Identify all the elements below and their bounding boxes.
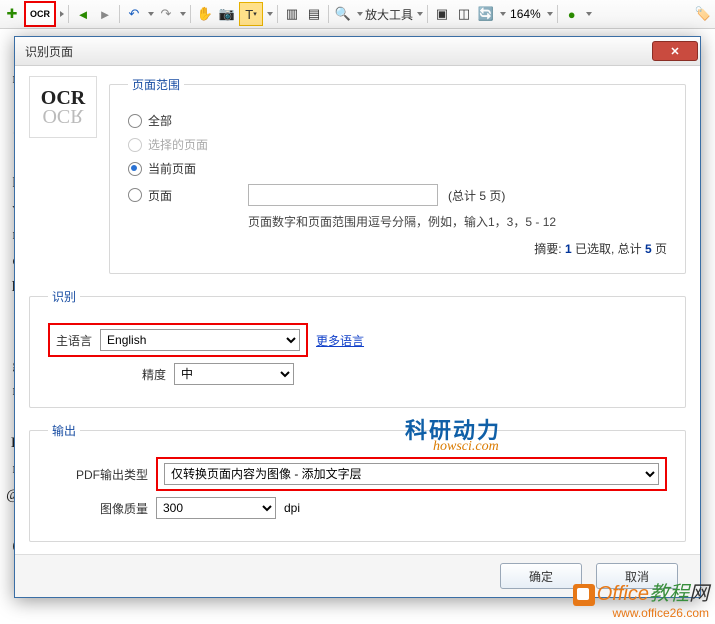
hand-icon[interactable]: ✋ bbox=[195, 4, 215, 24]
magnify-icon[interactable]: 🔍 bbox=[333, 4, 353, 24]
opt-all[interactable]: 全部 bbox=[128, 112, 667, 129]
fit-width-icon[interactable]: ◫ bbox=[454, 4, 474, 24]
undo-icon[interactable]: ↶ bbox=[124, 4, 144, 24]
radio-icon[interactable] bbox=[128, 114, 142, 128]
summary-mid: 已选取, 总计 bbox=[572, 242, 645, 256]
recognize-legend: 识别 bbox=[48, 288, 80, 305]
opt-selected-pages: 选择的页面 bbox=[128, 136, 667, 153]
opt-pages[interactable]: 页面 (总计 5 页) bbox=[128, 184, 667, 206]
summary-total: 5 bbox=[645, 242, 652, 256]
summary-suf: 页 bbox=[652, 242, 667, 256]
back-icon[interactable]: ◄ bbox=[73, 4, 93, 24]
site-logo-icon bbox=[573, 584, 595, 606]
select-text-icon[interactable]: T▾ bbox=[239, 2, 263, 26]
opt-selected-label: 选择的页面 bbox=[148, 136, 208, 153]
caret-icon[interactable] bbox=[357, 12, 363, 16]
main-toolbar: ✚ OCR ◄ ► ↶ ↷ ✋ 📷 T▾ ▥ ▤ 🔍 放大工具 ▣ ◫ 🔄 16… bbox=[0, 0, 715, 29]
site-watermark-line1: Office教程网 bbox=[573, 577, 709, 606]
caret-icon[interactable] bbox=[148, 12, 154, 16]
tag-icon[interactable]: 🏷️ bbox=[693, 4, 713, 24]
language-select[interactable]: English bbox=[100, 329, 300, 351]
precision-select[interactable]: 中 bbox=[174, 363, 294, 385]
opt-all-label: 全部 bbox=[148, 112, 172, 129]
site-word-tutorial: 教程 bbox=[649, 583, 689, 605]
caret-icon[interactable] bbox=[586, 12, 592, 16]
precision-label: 精度 bbox=[48, 366, 166, 383]
opt-current-page[interactable]: 当前页面 bbox=[128, 160, 667, 177]
zoom-tool-label[interactable]: 放大工具 bbox=[365, 6, 413, 23]
page-icon[interactable]: ▤ bbox=[304, 4, 324, 24]
site-word-net: 网 bbox=[689, 583, 709, 605]
separator bbox=[277, 5, 278, 23]
radio-icon bbox=[128, 138, 142, 152]
caret-icon[interactable] bbox=[267, 12, 273, 16]
site-watermark-line2: www.office26.com bbox=[573, 606, 709, 620]
output-fieldset: 输出 PDF输出类型 仅转换页面内容为图像 - 添加文字层 图像质量 300 d… bbox=[29, 422, 686, 542]
dialog-title: 识别页面 bbox=[25, 43, 73, 60]
pdf-type-select[interactable]: 仅转换页面内容为图像 - 添加文字层 bbox=[164, 463, 659, 485]
site-watermark: Office教程网 www.office26.com bbox=[573, 577, 709, 620]
language-label: 主语言 bbox=[56, 332, 92, 349]
opt-pages-label: 页面 bbox=[148, 187, 188, 204]
quality-unit: dpi bbox=[284, 501, 300, 515]
ocr-logo-reflection: OCR bbox=[42, 104, 83, 127]
close-button[interactable]: ✕ bbox=[652, 41, 698, 61]
separator bbox=[190, 5, 191, 23]
page-icon[interactable]: ▥ bbox=[282, 4, 302, 24]
redo-icon: ↷ bbox=[156, 4, 176, 24]
language-highlight: 主语言 English bbox=[48, 323, 308, 357]
pdf-type-label: PDF输出类型 bbox=[48, 466, 148, 483]
camera-icon[interactable]: 📷 bbox=[217, 4, 237, 24]
radio-icon[interactable] bbox=[128, 188, 142, 202]
watermark-brand-sub: howsci.com bbox=[433, 439, 499, 455]
pdf-type-highlight: 仅转换页面内容为图像 - 添加文字层 bbox=[156, 457, 667, 491]
dropdown-caret-icon[interactable] bbox=[60, 11, 64, 17]
caret-icon[interactable] bbox=[547, 12, 553, 16]
separator bbox=[328, 5, 329, 23]
separator bbox=[68, 5, 69, 23]
pages-input[interactable] bbox=[248, 184, 438, 206]
ocr-logo: OCR OCR bbox=[29, 76, 97, 138]
dialog-titlebar: 识别页面 ✕ bbox=[15, 37, 700, 66]
more-languages-link[interactable]: 更多语言 bbox=[316, 332, 364, 349]
separator bbox=[119, 5, 120, 23]
quality-label: 图像质量 bbox=[48, 500, 148, 517]
caret-icon[interactable] bbox=[417, 12, 423, 16]
fit-icon[interactable]: ▣ bbox=[432, 4, 452, 24]
minimize-icon[interactable]: ● bbox=[562, 4, 582, 24]
ok-button[interactable]: 确定 bbox=[500, 563, 582, 589]
summary-selected: 1 bbox=[565, 242, 572, 256]
forward-icon: ► bbox=[95, 4, 115, 24]
plus-icon[interactable]: ✚ bbox=[2, 4, 22, 24]
rotate-icon[interactable]: 🔄 bbox=[476, 4, 496, 24]
page-range-legend: 页面范围 bbox=[128, 76, 184, 93]
caret-icon[interactable] bbox=[500, 12, 506, 16]
quality-select[interactable]: 300 bbox=[156, 497, 276, 519]
pages-hint: 页面数字和页面范围用逗号分隔，例如，输入1，3，5 - 12 bbox=[248, 213, 667, 230]
caret-icon[interactable] bbox=[180, 12, 186, 16]
output-legend: 输出 bbox=[48, 422, 80, 439]
opt-current-label: 当前页面 bbox=[148, 160, 196, 177]
page-range-fieldset: 页面范围 全部 选择的页面 当前页面 页面 (总计 5 页) 页面数字和页面范围… bbox=[109, 76, 686, 274]
ocr-button[interactable]: OCR bbox=[24, 1, 56, 27]
separator bbox=[557, 5, 558, 23]
pages-total: (总计 5 页) bbox=[448, 187, 505, 204]
ocr-dialog: 识别页面 ✕ OCR OCR 页面范围 全部 选择的页面 当前页面 页面 (总计… bbox=[14, 36, 701, 598]
site-word-office: Office bbox=[597, 583, 649, 605]
summary-pre: 摘要: bbox=[534, 242, 565, 256]
pages-summary: 摘要: 1 已选取, 总计 5 页 bbox=[128, 240, 667, 257]
recognize-fieldset: 识别 主语言 English 更多语言 精度 中 bbox=[29, 288, 686, 408]
radio-icon[interactable] bbox=[128, 162, 142, 176]
separator bbox=[427, 5, 428, 23]
zoom-percent[interactable]: 164% bbox=[508, 7, 543, 21]
